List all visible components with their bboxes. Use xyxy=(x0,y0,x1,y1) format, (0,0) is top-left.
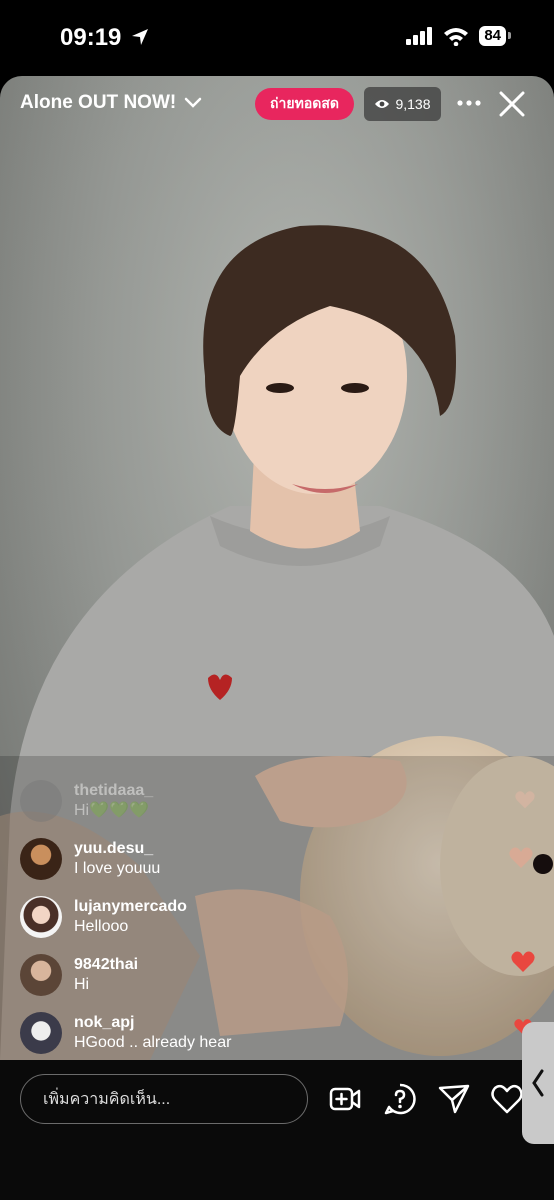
comment-message: HGood .. already hear xyxy=(74,1034,232,1051)
eye-icon xyxy=(375,100,390,108)
comment-message: Hi💚💚💚 xyxy=(74,802,149,819)
comment-username[interactable]: thetidaaa_ xyxy=(74,781,153,801)
viewer-count[interactable]: 9,138 xyxy=(364,87,441,121)
chevron-down-icon xyxy=(184,97,202,108)
comment-item[interactable]: 9842thai Hi xyxy=(20,946,350,1004)
signal-icon xyxy=(406,27,433,45)
comment-message: Hellooo xyxy=(74,918,129,935)
add-video-icon[interactable] xyxy=(328,1082,362,1116)
comment-username[interactable]: yuu.desu_ xyxy=(74,839,160,859)
comment-item[interactable]: thetidaaa_ Hi💚💚💚 xyxy=(20,772,350,830)
avatar[interactable] xyxy=(20,838,62,880)
status-bar: 09:19 84 xyxy=(0,0,554,76)
comment-list: thetidaaa_ Hi💚💚💚 yuu.desu_ I love youuu … xyxy=(20,772,350,1062)
send-icon[interactable] xyxy=(437,1082,471,1116)
close-icon[interactable] xyxy=(498,90,526,118)
comment-item[interactable]: lujanymercado Hellooo xyxy=(20,888,350,946)
comment-username[interactable]: nok_apj xyxy=(74,1013,231,1033)
comment-item[interactable]: yuu.desu_ I love youuu xyxy=(20,830,350,888)
live-title[interactable]: Alone OUT NOW! xyxy=(20,92,202,114)
viewer-count-text: 9,138 xyxy=(395,96,431,112)
comment-username[interactable]: lujanymercado xyxy=(74,897,187,917)
avatar[interactable] xyxy=(20,780,62,822)
floating-heart-icon xyxy=(509,847,533,868)
heart-icon[interactable] xyxy=(490,1082,524,1116)
live-badge: ถ่ายทอดสด xyxy=(255,88,354,120)
floating-heart-icon xyxy=(515,791,535,809)
wifi-icon xyxy=(444,28,469,46)
question-icon[interactable] xyxy=(383,1082,417,1116)
comment-username[interactable]: 9842thai xyxy=(74,955,138,975)
location-arrow-icon xyxy=(132,29,149,45)
comment-item[interactable]: nok_apj HGood .. already hear xyxy=(20,1004,350,1062)
side-panel-tab[interactable] xyxy=(522,1022,554,1144)
comment-message: Hi xyxy=(74,976,90,993)
chevron-left-icon xyxy=(532,1069,544,1097)
live-title-text: Alone OUT NOW! xyxy=(20,92,177,113)
avatar[interactable] xyxy=(20,1012,62,1054)
battery-indicator: 84 xyxy=(479,26,511,46)
status-time: 09:19 xyxy=(60,24,150,52)
bottom-bar: เพิ่มความคิดเห็น... xyxy=(0,1060,554,1200)
avatar[interactable] xyxy=(20,954,62,996)
floating-heart-icon xyxy=(511,951,535,972)
comment-message: I love youuu xyxy=(74,860,161,877)
more-icon[interactable] xyxy=(456,90,482,116)
status-icons: 84 xyxy=(405,26,511,46)
comment-input[interactable]: เพิ่มความคิดเห็น... xyxy=(20,1074,308,1124)
avatar[interactable] xyxy=(20,896,62,938)
